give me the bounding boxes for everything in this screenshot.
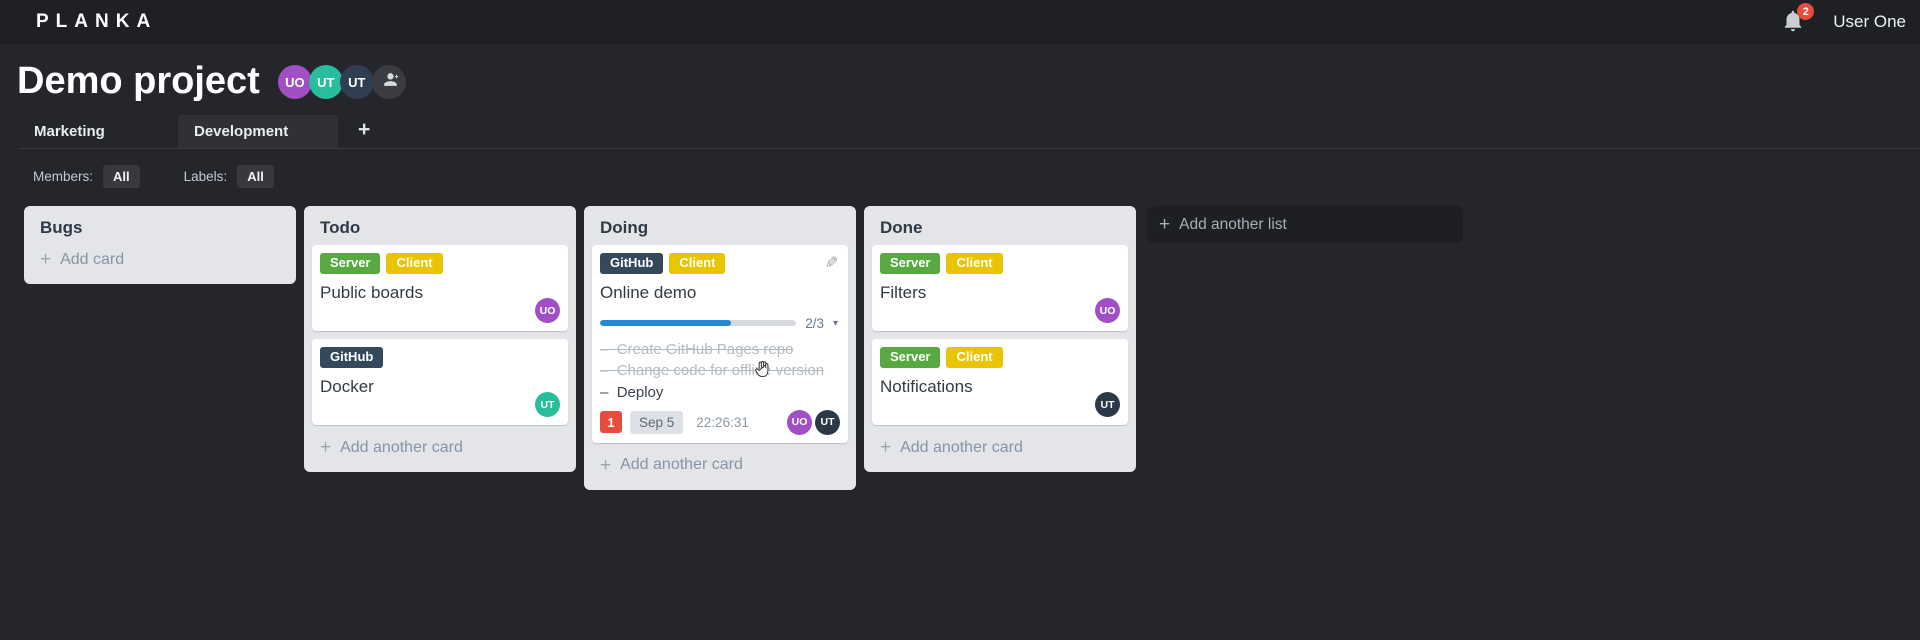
card-public-boards[interactable]: Server Client Public boards UO bbox=[312, 245, 568, 331]
labels-filter-label: Labels: bbox=[183, 169, 228, 184]
card-filters[interactable]: Server Client Filters UO bbox=[872, 245, 1128, 331]
card-member-avatar: UO bbox=[1095, 298, 1120, 323]
plus-icon: + bbox=[600, 454, 612, 476]
edit-card-icon[interactable]: ✎ bbox=[825, 253, 838, 273]
user-menu[interactable]: User One bbox=[1833, 12, 1906, 32]
tasks-progress: 2/3 ▾ bbox=[600, 316, 840, 331]
add-another-card-button[interactable]: + Add another card bbox=[872, 433, 1128, 464]
card-member-avatar: UO bbox=[787, 409, 812, 435]
add-member-button[interactable] bbox=[371, 65, 406, 99]
card-title: Public boards bbox=[320, 282, 424, 302]
members-filter-label: Members: bbox=[33, 169, 94, 184]
card-title: Notifications bbox=[880, 376, 973, 396]
card-member-avatar: UT bbox=[535, 392, 560, 417]
member-avatar[interactable]: UO bbox=[277, 65, 312, 99]
project-header: Demo project UO UT UT bbox=[0, 44, 1920, 108]
card-member-avatar: UT bbox=[1095, 392, 1120, 417]
list-title[interactable]: Bugs bbox=[32, 214, 288, 245]
card-docker[interactable]: GitHub Docker UT bbox=[312, 339, 568, 425]
list-todo: Todo Server Client Public boards UO GitH… bbox=[304, 206, 576, 472]
app-header: PLANKA 2 User One bbox=[0, 0, 1920, 44]
card-footer: 1 Sep 5 22:26:31 UO UT bbox=[600, 409, 840, 435]
card-online-demo[interactable]: GitHub Client ✎ Online demo 2/3 ▾ Create… bbox=[592, 245, 848, 443]
notification-count-badge: 1 bbox=[600, 411, 622, 434]
labels-filter-value[interactable]: All bbox=[237, 165, 274, 188]
add-another-card-button[interactable]: + Add another card bbox=[312, 433, 568, 464]
task-item: Deploy bbox=[600, 382, 840, 403]
project-title[interactable]: Demo project bbox=[17, 60, 260, 103]
card-label: Client bbox=[386, 253, 443, 274]
plus-icon: + bbox=[1159, 214, 1171, 235]
project-members: UO UT UT bbox=[277, 65, 406, 99]
list-title[interactable]: Todo bbox=[312, 214, 568, 245]
progress-bar bbox=[600, 320, 797, 327]
person-add-icon bbox=[379, 70, 399, 94]
planka-logo: PLANKA bbox=[36, 11, 158, 32]
filter-bar: Members: All Labels: All bbox=[33, 165, 1920, 188]
add-board-button[interactable]: + bbox=[350, 115, 378, 148]
card-label: GitHub bbox=[320, 347, 384, 368]
card-label: Server bbox=[880, 253, 941, 274]
notifications-button[interactable]: 2 bbox=[1781, 3, 1815, 37]
card-label: GitHub bbox=[600, 253, 664, 274]
list-bugs: Bugs + Add card bbox=[24, 206, 296, 284]
members-filter-value[interactable]: All bbox=[103, 165, 140, 188]
tab-development[interactable]: Development bbox=[178, 115, 338, 148]
card-member-avatar: UO bbox=[535, 298, 560, 323]
notifications-badge: 2 bbox=[1797, 3, 1815, 20]
list-title[interactable]: Done bbox=[872, 214, 1128, 245]
progress-fill bbox=[600, 320, 732, 327]
add-another-card-button[interactable]: + Add another card bbox=[592, 451, 848, 482]
card-title: Docker bbox=[320, 376, 374, 396]
list-done: Done Server Client Filters UO Server Cli… bbox=[864, 206, 1136, 472]
list-title[interactable]: Doing bbox=[592, 214, 848, 245]
card-title: Filters bbox=[880, 282, 927, 302]
timer-value: 22:26:31 bbox=[696, 414, 749, 430]
card-label: Client bbox=[946, 347, 1003, 368]
due-date-chip: Sep 5 bbox=[630, 410, 684, 434]
plus-icon: + bbox=[320, 437, 332, 458]
plus-icon: + bbox=[880, 437, 892, 458]
chevron-down-icon[interactable]: ▾ bbox=[833, 318, 838, 329]
board-tabs: Marketing Development + bbox=[18, 115, 1920, 149]
card-notifications[interactable]: Server Client Notifications UT bbox=[872, 339, 1128, 425]
tab-marketing[interactable]: Marketing bbox=[18, 115, 178, 148]
card-label: Client bbox=[669, 253, 726, 274]
progress-count: 2/3 bbox=[805, 315, 824, 331]
card-title: Online demo bbox=[600, 282, 697, 302]
add-card-button[interactable]: + Add card bbox=[32, 245, 288, 276]
list-doing: Doing GitHub Client ✎ Online demo 2/3 ▾ … bbox=[584, 206, 856, 490]
task-item: Change code for offline version bbox=[600, 360, 840, 381]
kanban-board: Bugs + Add card Todo Server Client Publi… bbox=[0, 206, 1920, 490]
card-label: Server bbox=[320, 253, 381, 274]
member-avatar[interactable]: UT bbox=[339, 65, 374, 99]
task-item: Create GitHub Pages repo bbox=[600, 339, 840, 360]
card-member-avatar: UT bbox=[815, 409, 840, 435]
plus-icon: + bbox=[40, 249, 52, 270]
card-label: Client bbox=[946, 253, 1003, 274]
add-another-list-button[interactable]: + Add another list bbox=[1147, 206, 1463, 243]
card-label: Server bbox=[880, 347, 941, 368]
bell-icon bbox=[1781, 10, 1805, 37]
task-list: Create GitHub Pages repo Change code for… bbox=[600, 339, 840, 403]
member-avatar[interactable]: UT bbox=[308, 65, 343, 99]
